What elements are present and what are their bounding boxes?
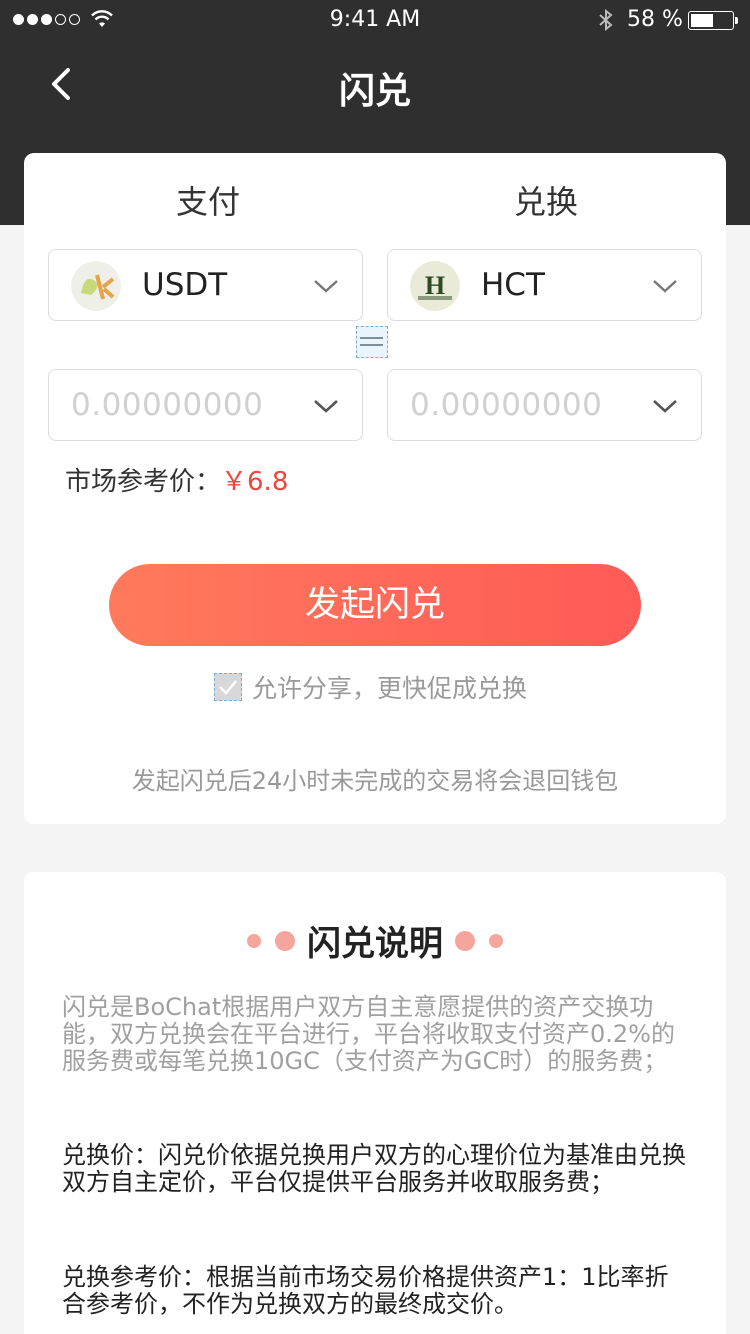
decor-dot-icon xyxy=(247,933,261,948)
page-title: 闪兑 xyxy=(338,71,411,112)
hct-coin-icon: H xyxy=(410,261,460,311)
share-option[interactable]: 允许分享，更快促成兑换 xyxy=(214,671,527,703)
pay-amount-placeholder: 0.00000000 xyxy=(71,387,264,423)
pay-coin-name: USDT xyxy=(142,267,228,303)
chevron-down-icon[interactable] xyxy=(312,394,340,418)
receive-column-label: 兑换 xyxy=(513,183,578,221)
svg-text:H: H xyxy=(425,271,445,300)
receive-amount-input[interactable]: 0.00000000 xyxy=(387,369,702,441)
market-reference-price: 市场参考价：￥6.8 xyxy=(65,461,288,498)
battery-icon xyxy=(688,11,738,30)
decor-dot-icon xyxy=(489,933,503,948)
share-checkbox[interactable] xyxy=(214,673,242,701)
info-paragraph: 兑换参考价：根据当前市场交易价格提供资产1：1比率折合参考价，不作为兑换双方的最… xyxy=(62,1263,669,1318)
bluetooth-icon xyxy=(599,8,613,32)
pay-amount-input[interactable]: 0.00000000 xyxy=(48,369,363,441)
pay-coin-select[interactable]: USDT xyxy=(48,249,363,321)
swap-icon[interactable] xyxy=(356,326,388,358)
info-paragraph: 闪兑是BoChat根据用户双方自主意愿提供的资产交换功能，双方兑换会在平台进行，… xyxy=(62,993,675,1075)
usdt-coin-icon xyxy=(71,261,121,311)
chevron-down-icon xyxy=(314,280,338,293)
status-bar: 9:41 AM 58 % xyxy=(0,0,750,40)
exchange-card: 支付 兑换 USDT H HCT 0.00000000 0.00000000 市… xyxy=(24,153,726,824)
receive-amount-placeholder: 0.00000000 xyxy=(410,387,603,423)
info-paragraph: 兑换价：闪兑价依据兑换用户双方的心理价位为基准由兑换双方自主定价，平台仅提供平台… xyxy=(62,1141,686,1196)
market-ref-value: ￥6.8 xyxy=(221,467,289,497)
share-checkbox-label: 允许分享，更快促成兑换 xyxy=(252,674,528,703)
decor-dot-icon xyxy=(275,930,295,951)
expiry-notice: 发起闪兑后24小时未完成的交易将会退回钱包 xyxy=(131,767,619,795)
market-ref-label: 市场参考价： xyxy=(65,467,222,497)
battery-percent: 58 % xyxy=(627,7,683,32)
receive-coin-name: HCT xyxy=(481,267,545,303)
section-title-row: 闪兑说明 xyxy=(24,916,726,965)
chevron-down-icon[interactable] xyxy=(651,394,679,418)
chevron-down-icon xyxy=(653,280,677,293)
info-card: 闪兑说明 闪兑是BoChat根据用户双方自主意愿提供的资产交换功能，双方兑换会在… xyxy=(24,872,726,1334)
launch-exchange-button[interactable]: 发起闪兑 xyxy=(109,564,641,646)
check-icon xyxy=(219,680,237,695)
receive-coin-select[interactable]: H HCT xyxy=(387,249,702,321)
decor-dot-icon xyxy=(455,930,475,951)
pay-column-label: 支付 xyxy=(175,183,240,221)
section-title: 闪兑说明 xyxy=(307,924,443,964)
